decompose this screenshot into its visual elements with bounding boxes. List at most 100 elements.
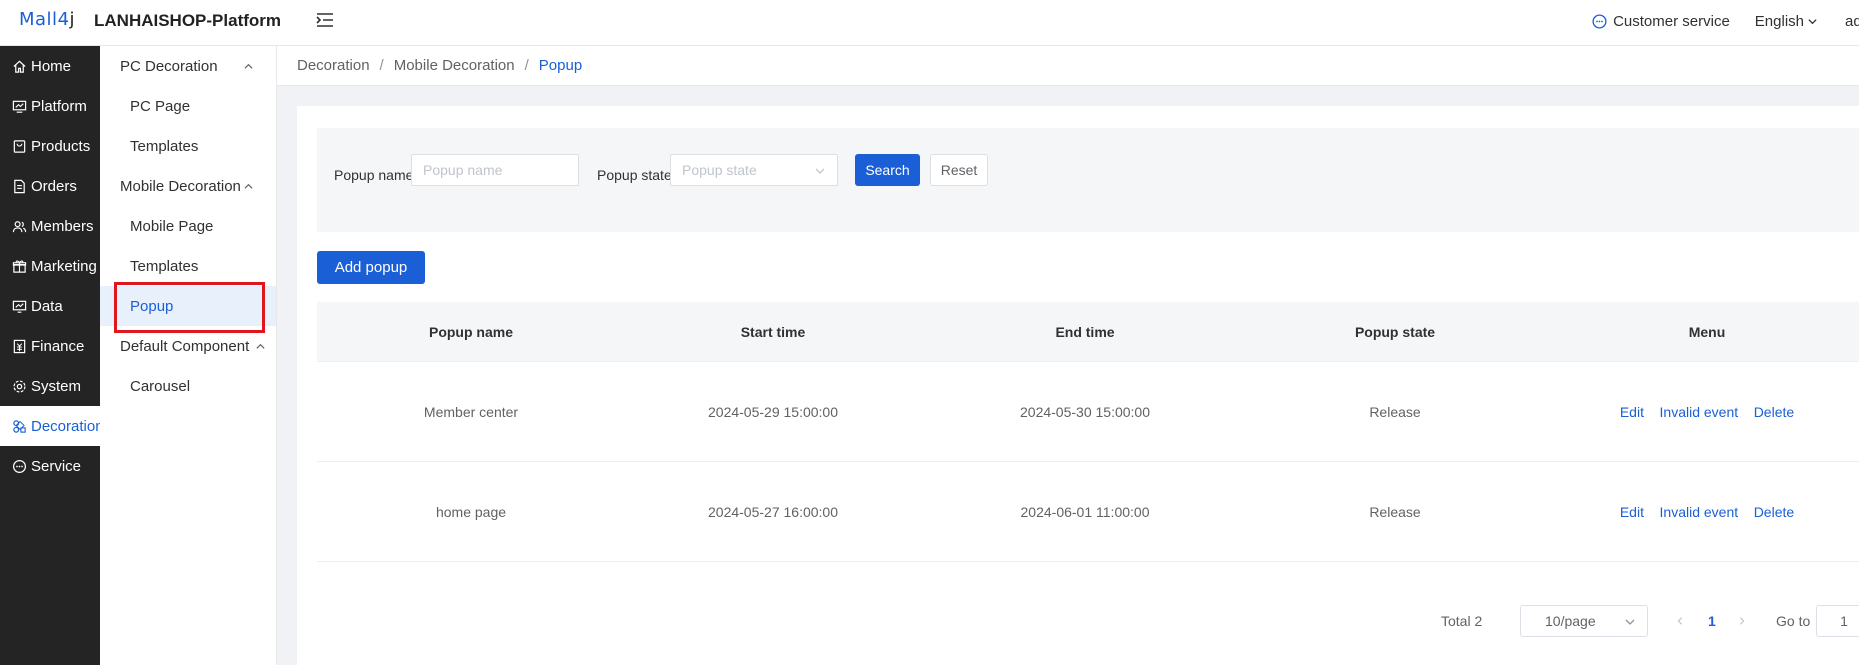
breadcrumb-decoration[interactable]: Decoration xyxy=(297,57,370,74)
chevron-right-icon xyxy=(1739,617,1745,625)
table-row: Member center 2024-05-29 15:00:00 2024-0… xyxy=(317,362,1859,462)
goto-page-input[interactable]: 1 xyxy=(1816,605,1859,637)
nav-item-decoration[interactable]: Decoration xyxy=(0,406,104,446)
language-label: English xyxy=(1754,12,1804,30)
popup-name-input[interactable]: Popup name xyxy=(411,154,579,186)
delete-link[interactable]: Delete xyxy=(1754,504,1794,520)
edit-link[interactable]: Edit xyxy=(1620,504,1644,520)
popup-state-placeholder: Popup state xyxy=(682,162,757,178)
nav-item-home[interactable]: Home xyxy=(0,46,100,86)
bag-icon xyxy=(13,139,26,153)
popup-name-label: Popup name xyxy=(334,167,414,183)
menu-collapse-icon[interactable] xyxy=(315,10,335,30)
nav-label: Decoration xyxy=(31,417,104,435)
breadcrumb-separator: / xyxy=(379,57,384,74)
nav-item-data[interactable]: Data xyxy=(0,286,100,326)
breadcrumb-mobile-decoration[interactable]: Mobile Decoration xyxy=(394,57,515,74)
chevron-up-icon xyxy=(244,63,253,69)
language-dropdown[interactable]: English xyxy=(1755,13,1818,30)
highlight-box xyxy=(114,282,265,333)
nav-item-service[interactable]: Service xyxy=(0,446,100,486)
cell-end-time: 2024-06-01 11:00:00 xyxy=(1020,503,1150,520)
search-button[interactable]: Search xyxy=(855,154,920,186)
chevron-left-icon xyxy=(1677,617,1683,625)
chevron-down-icon xyxy=(1808,18,1817,24)
breadcrumb: Decoration / Mobile Decoration / Popup xyxy=(277,46,1859,86)
subnav-group-label: Mobile Decoration xyxy=(120,177,241,195)
subnav-group-label: PC Decoration xyxy=(120,57,218,75)
platform-name: LANHAISHOP-Platform xyxy=(94,11,282,30)
nav-label: Home xyxy=(31,57,72,75)
gift-icon xyxy=(12,260,27,273)
user-menu[interactable]: ad xyxy=(1845,13,1859,30)
filter-bar: Popup name Popup name Popup state Popup … xyxy=(317,128,1859,232)
nav-item-system[interactable]: System xyxy=(0,366,100,406)
nav-item-finance[interactable]: Finance xyxy=(0,326,100,366)
main-nav: Home Platform Products Orders Members Ma… xyxy=(0,46,104,665)
add-popup-button[interactable]: Add popup xyxy=(317,251,425,284)
column-header-popup-state: Popup state xyxy=(1354,323,1436,340)
subnav-item-pc-page[interactable]: PC Page xyxy=(100,86,276,126)
nav-item-members[interactable]: Members xyxy=(0,206,100,246)
subnav-group-mobile-decoration[interactable]: Mobile Decoration xyxy=(100,166,276,206)
cell-start-time: 2024-05-27 16:00:00 xyxy=(708,503,838,520)
cell-popup-name: home page xyxy=(435,503,507,520)
invalid-event-link[interactable]: Invalid event xyxy=(1660,404,1739,420)
cell-popup-state: Release xyxy=(1369,503,1421,520)
column-header-popup-name: Popup name xyxy=(428,323,514,340)
prev-page-button[interactable] xyxy=(1675,605,1685,637)
next-page-button[interactable] xyxy=(1737,605,1747,637)
nav-item-products[interactable]: Products xyxy=(0,126,100,166)
table-header: Popup name Start time End time Popup sta… xyxy=(317,302,1859,362)
subnav-group-label: Default Component xyxy=(120,337,250,355)
breadcrumb-separator: / xyxy=(524,57,529,74)
logo-text: Mall4 xyxy=(19,9,70,30)
chart-icon xyxy=(12,300,27,313)
nav-item-marketing[interactable]: Marketing xyxy=(0,246,100,286)
edit-link[interactable]: Edit xyxy=(1620,404,1644,420)
home-icon xyxy=(13,60,26,73)
column-header-end-time: End time xyxy=(1055,323,1115,340)
nav-item-platform[interactable]: Platform xyxy=(0,86,100,126)
subnav-item-pc-templates[interactable]: Templates xyxy=(100,126,276,166)
subnav-item-mobile-page[interactable]: Mobile Page xyxy=(100,206,276,246)
page-size-value: 10/page xyxy=(1545,613,1596,629)
main-content: Decoration / Mobile Decoration / Popup P… xyxy=(277,46,1859,665)
popup-state-select[interactable]: Popup state xyxy=(670,154,838,186)
subnav-item-mobile-templates[interactable]: Templates xyxy=(100,246,276,286)
pagination-total: Total 2 xyxy=(1441,613,1483,629)
cell-start-time: 2024-05-29 15:00:00 xyxy=(708,403,838,420)
nav-item-orders[interactable]: Orders xyxy=(0,166,100,206)
row-actions: Edit Invalid event Delete xyxy=(1620,504,1794,520)
invalid-event-link[interactable]: Invalid event xyxy=(1660,504,1739,520)
monitor-icon xyxy=(12,100,27,113)
nav-label: Products xyxy=(31,137,91,155)
chat-icon xyxy=(12,459,27,473)
page-size-select[interactable]: 10/page xyxy=(1520,605,1648,637)
table-row: home page 2024-05-27 16:00:00 2024-06-01… xyxy=(317,462,1859,562)
reset-button[interactable]: Reset xyxy=(930,154,988,186)
column-header-menu: Menu xyxy=(1688,323,1726,340)
nav-label: Marketing xyxy=(31,257,97,275)
chevron-down-icon xyxy=(1625,619,1635,625)
users-icon xyxy=(12,220,27,232)
nav-label: Data xyxy=(31,297,63,315)
chevron-down-icon xyxy=(815,168,825,174)
nav-label: Platform xyxy=(31,97,87,115)
popup-table: Popup name Start time End time Popup sta… xyxy=(317,302,1859,562)
subnav-group-pc-decoration[interactable]: PC Decoration xyxy=(100,46,276,86)
nav-label: Members xyxy=(31,217,94,235)
delete-link[interactable]: Delete xyxy=(1754,404,1794,420)
nav-label: Finance xyxy=(31,337,85,355)
top-header: Mall4j LANHAISHOP-Platform Customer serv… xyxy=(0,0,1859,46)
content-card: Popup name Popup name Popup state Popup … xyxy=(297,106,1859,665)
logo-j: j xyxy=(69,9,76,30)
decoration-subnav: PC Decoration PC Page Templates Mobile D… xyxy=(100,46,277,665)
subnav-item-carousel[interactable]: Carousel xyxy=(100,366,276,406)
logo[interactable]: Mall4j xyxy=(19,9,75,30)
page-number-current[interactable]: 1 xyxy=(1708,605,1716,637)
customer-service-link[interactable]: Customer service xyxy=(1592,13,1730,30)
column-header-start-time: Start time xyxy=(740,323,806,340)
nav-label: Service xyxy=(31,457,82,475)
nav-label: Orders xyxy=(31,177,77,195)
